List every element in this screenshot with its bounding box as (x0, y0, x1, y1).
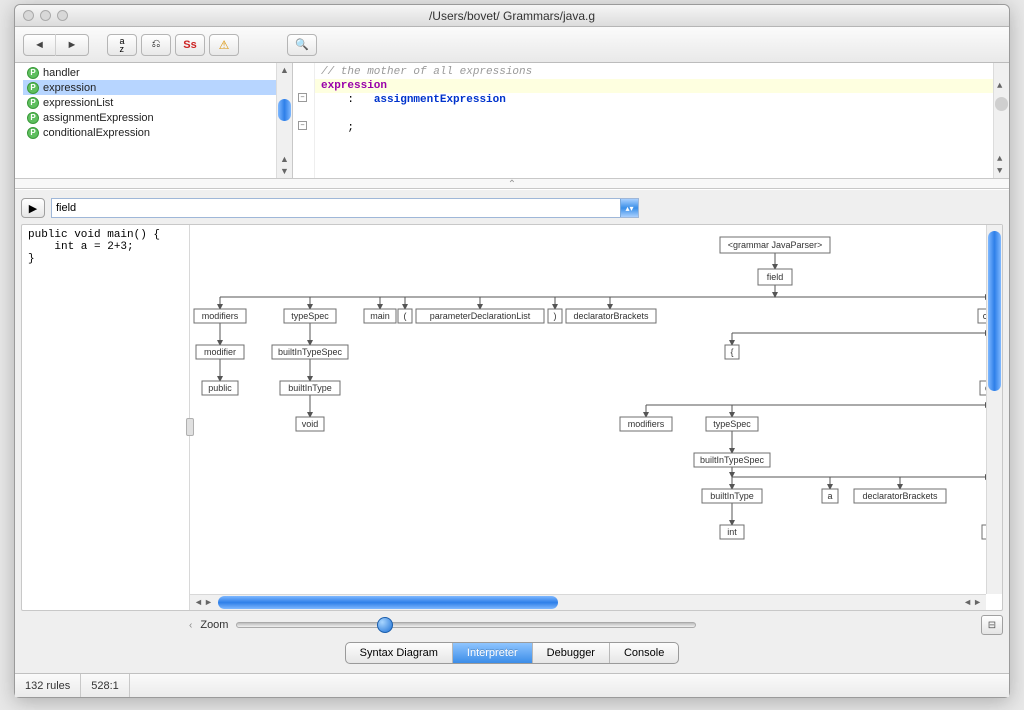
list-item[interactable]: Pexpression (23, 80, 292, 95)
search-button[interactable]: 🔍 (287, 34, 317, 56)
svg-text:void: void (302, 419, 319, 429)
chevron-updown-icon[interactable]: ▴▾ (620, 199, 638, 217)
parser-rule-icon: P (27, 82, 39, 94)
start-rule-combo[interactable]: field ▴▾ (51, 198, 639, 218)
parser-rule-icon: P (27, 112, 39, 124)
slider-knob[interactable] (377, 617, 393, 633)
syntax-button[interactable]: Ss (175, 34, 205, 56)
svg-text:modifiers: modifiers (202, 311, 239, 321)
svg-text:<grammar JavaParser>: <grammar JavaParser> (728, 240, 823, 250)
svg-text:modifier: modifier (204, 347, 236, 357)
rule-diagram-button[interactable]: ⎌ (141, 34, 171, 56)
zoom-icon[interactable] (57, 10, 68, 21)
svg-text:modifiers: modifiers (628, 419, 665, 429)
svg-text:main: main (370, 311, 390, 321)
gutter: – – (293, 63, 315, 178)
back-button[interactable]: ◄ (24, 34, 56, 56)
parser-rule-icon: P (27, 67, 39, 79)
app-window: /Users/bovet/ Grammars/java.g ◄ ► az ⎌ S… (14, 4, 1010, 698)
tab-syntax-diagram[interactable]: Syntax Diagram (346, 643, 453, 663)
svg-text:typeSpec: typeSpec (713, 419, 751, 429)
svg-text:declaratorBrackets: declaratorBrackets (862, 491, 938, 501)
result-viewer: public void main() { int a = 2+3; } (21, 224, 1003, 611)
statusbar: 132 rules 528:1 (15, 673, 1009, 697)
svg-text:a: a (827, 491, 832, 501)
svg-text:{: { (730, 347, 733, 357)
svg-text:int: int (727, 527, 737, 537)
horizontal-splitter[interactable]: ⌃ (15, 179, 1009, 189)
svg-text:builtInTypeSpec: builtInTypeSpec (278, 347, 343, 357)
editor-text[interactable]: // the mother of all expressions express… (321, 65, 991, 135)
rule-list-scrollbar[interactable]: ▲ ▲ ▼ (276, 63, 292, 178)
view-tabs: Syntax Diagram Interpreter Debugger Cons… (345, 642, 680, 664)
forward-button[interactable]: ► (56, 34, 88, 56)
editor-scrollbar[interactable]: ▲ ▲ ▼ (993, 63, 1009, 178)
cursor-position: 528:1 (81, 674, 130, 697)
window-title: /Users/bovet/ Grammars/java.g (429, 9, 595, 23)
warnings-button[interactable]: ⚠ (209, 34, 239, 56)
tree-layout-button[interactable]: ⊟ (981, 615, 1003, 635)
close-icon[interactable] (23, 10, 34, 21)
titlebar: /Users/bovet/ Grammars/java.g (15, 5, 1009, 27)
input-text-area[interactable]: public void main() { int a = 2+3; } (22, 225, 190, 610)
combo-value: field (56, 202, 76, 214)
run-button[interactable]: ▶ (21, 198, 45, 218)
grammar-editor[interactable]: – – // the mother of all expressions exp… (293, 63, 1009, 178)
list-item[interactable]: Phandler (23, 65, 292, 80)
fold-icon[interactable]: – (298, 121, 307, 130)
upper-split: Phandler Pexpression PexpressionList Pas… (15, 63, 1009, 179)
tree-horizontal-scrollbar[interactable]: ◄ ► ◄ ► (190, 594, 986, 610)
svg-text:public: public (208, 383, 232, 393)
svg-text:parameterDeclarationList: parameterDeclarationList (430, 311, 531, 321)
tab-console[interactable]: Console (610, 643, 678, 663)
list-item[interactable]: PconditionalExpression (23, 125, 292, 140)
sort-button[interactable]: az (107, 34, 137, 56)
tab-debugger[interactable]: Debugger (533, 643, 610, 663)
rule-list[interactable]: Phandler Pexpression PexpressionList Pas… (15, 63, 293, 178)
fold-icon[interactable]: – (298, 93, 307, 102)
toolbar: ◄ ► az ⎌ Ss ⚠ 🔍 (15, 27, 1009, 63)
list-item[interactable]: PassignmentExpression (23, 110, 292, 125)
svg-text:builtInType: builtInType (288, 383, 332, 393)
list-item[interactable]: PexpressionList (23, 95, 292, 110)
minimize-icon[interactable] (40, 10, 51, 21)
svg-text:field: field (767, 272, 784, 282)
zoom-label: Zoom (200, 619, 228, 631)
parser-rule-icon: P (27, 127, 39, 139)
tree-vertical-scrollbar[interactable] (986, 225, 1002, 594)
svg-text:builtInTypeSpec: builtInTypeSpec (700, 455, 765, 465)
rule-count: 132 rules (15, 674, 81, 697)
parse-tree-view[interactable]: <grammar JavaParser> field modifiers typ… (190, 225, 1002, 610)
interpreter-panel: ▶ field ▴▾ public void main() { int a = … (15, 189, 1009, 673)
parser-rule-icon: P (27, 97, 39, 109)
svg-text:): ) (554, 311, 557, 321)
svg-text:builtInType: builtInType (710, 491, 754, 501)
svg-text:typeSpec: typeSpec (291, 311, 329, 321)
tab-interpreter[interactable]: Interpreter (453, 643, 533, 663)
svg-text:declaratorBrackets: declaratorBrackets (573, 311, 649, 321)
zoom-slider[interactable] (236, 622, 696, 628)
svg-text:(: ( (404, 311, 407, 321)
